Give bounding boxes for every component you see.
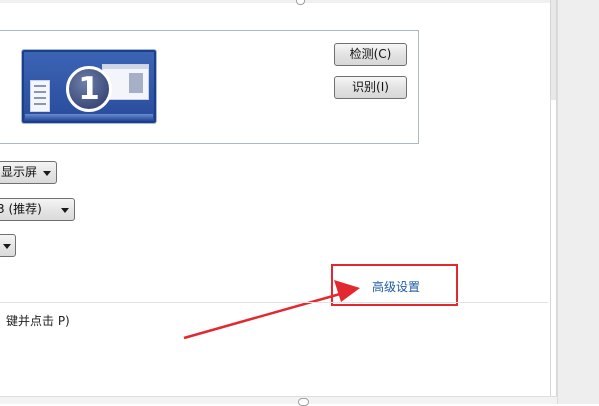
projector-hint-text: 键并点击 P)	[6, 314, 70, 328]
section-divider	[0, 302, 548, 303]
annotation-arrow-icon	[183, 280, 360, 340]
window-border	[550, 0, 551, 404]
window-bottom-edge	[0, 396, 557, 404]
window-bottom-handle	[298, 398, 309, 406]
background-window	[557, 0, 599, 404]
